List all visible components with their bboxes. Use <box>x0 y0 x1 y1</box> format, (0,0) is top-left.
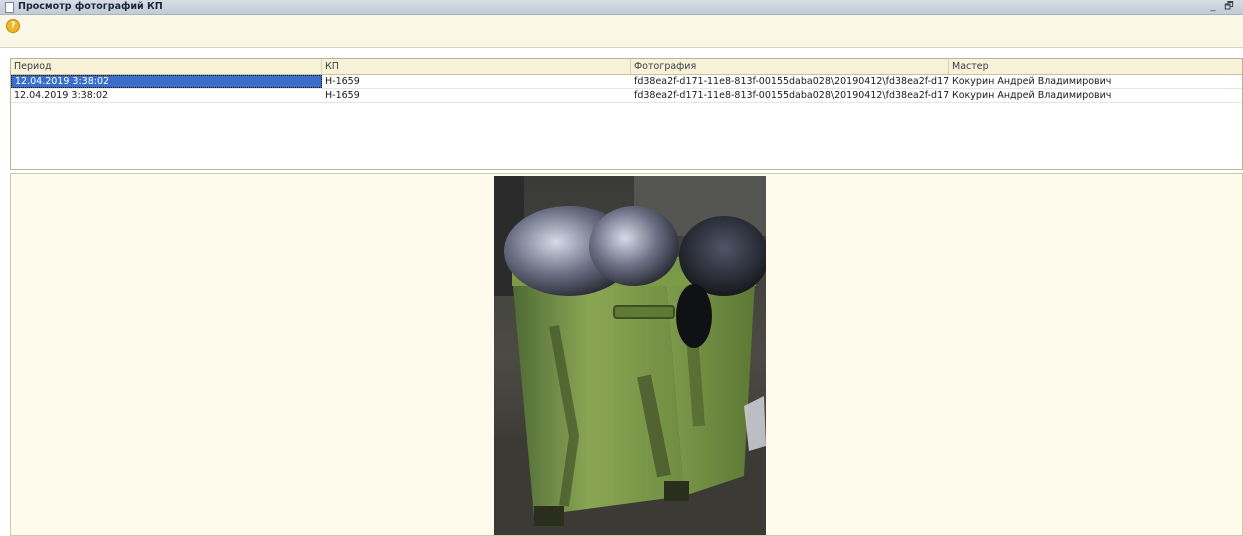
table-cell-period[interactable]: 12.04.2019 3:38:02 <box>11 89 322 102</box>
table-cell-kp[interactable]: Н-1659 <box>322 75 631 88</box>
window-document-icon <box>5 2 14 13</box>
window-title: Просмотр фотографий КП <box>18 1 163 12</box>
table-cell-kp[interactable]: Н-1659 <box>322 89 631 102</box>
column-header-master[interactable]: Мастер <box>949 59 1243 74</box>
table-header: Период КП Фотография Мастер <box>11 59 1242 75</box>
table-cell-master[interactable]: Кокурин Андрей Владимирович <box>949 89 1243 102</box>
help-icon[interactable]: ? <box>6 19 20 33</box>
table-cell-photo[interactable]: fd38ea2f-d171-11e8-813f-00155daba028\201… <box>631 75 949 88</box>
table-row[interactable]: 12.04.2019 3:38:02 Н-1659 fd38ea2f-d171-… <box>11 75 1242 89</box>
table-cell-period[interactable]: 12.04.2019 3:38:02 <box>11 75 322 88</box>
kp-photo <box>494 176 766 535</box>
column-header-photo[interactable]: Фотография <box>631 59 949 74</box>
table-cell-master[interactable]: Кокурин Андрей Владимирович <box>949 75 1243 88</box>
minimize-button[interactable]: _ <box>1206 0 1220 13</box>
window-titlebar: Просмотр фотографий КП _ 🗗 <box>0 0 1243 15</box>
table-row[interactable]: 12.04.2019 3:38:02 Н-1659 fd38ea2f-d171-… <box>11 89 1242 103</box>
column-header-kp[interactable]: КП <box>322 59 631 74</box>
restore-button[interactable]: 🗗 <box>1222 0 1236 13</box>
table-cell-photo[interactable]: fd38ea2f-d171-11e8-813f-00155daba028\201… <box>631 89 949 102</box>
photos-table: Период КП Фотография Мастер 12.04.2019 3… <box>10 58 1243 170</box>
column-header-period[interactable]: Период <box>11 59 322 74</box>
photo-preview-panel <box>10 173 1243 536</box>
toolbar: ? <box>0 15 1243 48</box>
